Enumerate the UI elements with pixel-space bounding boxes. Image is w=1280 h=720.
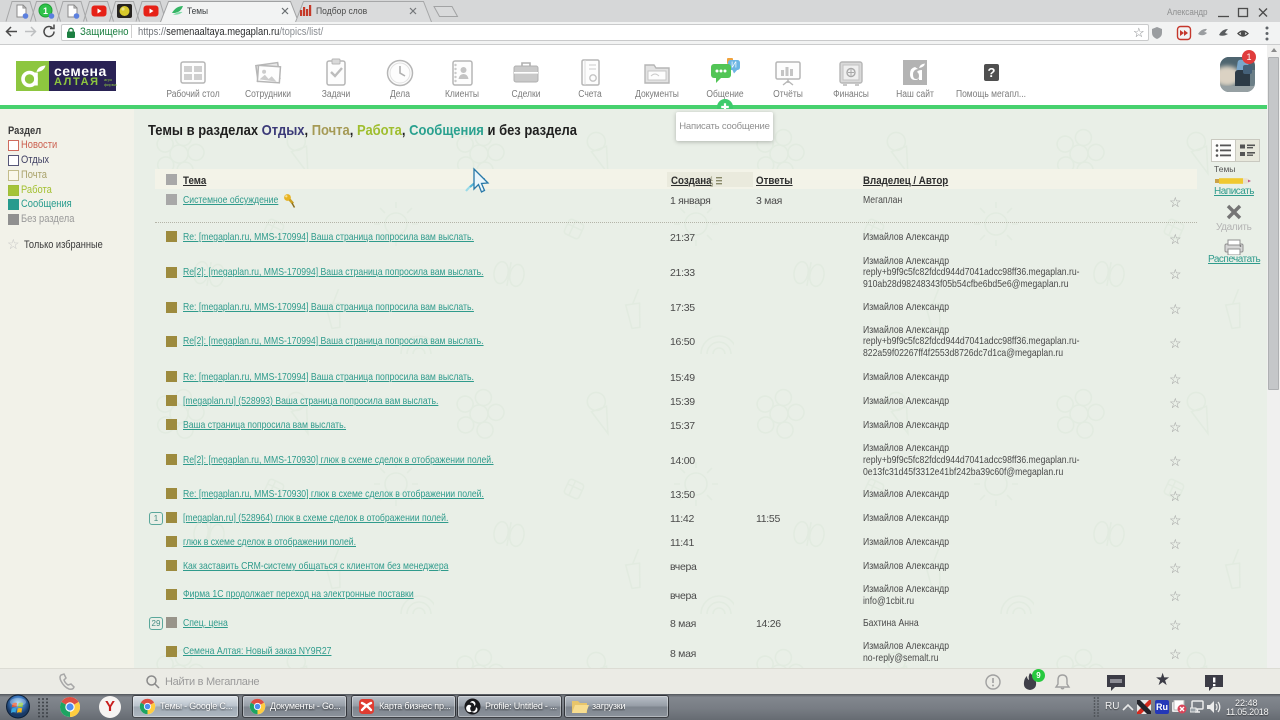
svg-text:?: ?	[988, 65, 996, 80]
svg-text:9: 9	[710, 183, 714, 187]
svg-text:1: 1	[43, 6, 48, 16]
svg-text:И: И	[731, 61, 737, 70]
